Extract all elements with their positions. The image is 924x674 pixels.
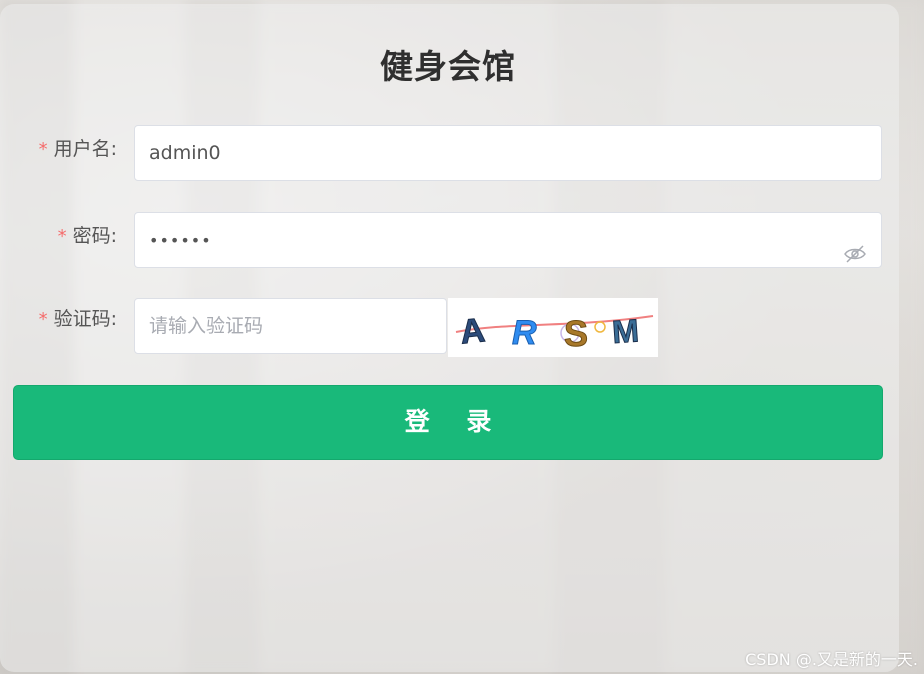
password-row: * 密码: ••••••: [0, 212, 899, 270]
captcha-letter: A: [458, 311, 486, 351]
eye-hidden-icon[interactable]: [843, 231, 867, 263]
captcha-label: * 验证码:: [39, 295, 117, 353]
username-label: * 用户名:: [39, 125, 117, 183]
required-mark: *: [38, 139, 48, 160]
captcha-label-wrap: * 验证码:: [0, 295, 117, 353]
required-mark: *: [38, 309, 48, 330]
captcha-label-text: 验证码:: [53, 308, 117, 330]
captcha-letter: R: [512, 314, 537, 352]
page-title: 健身会馆: [380, 47, 516, 86]
captcha-letter: M: [611, 312, 640, 350]
username-input[interactable]: [134, 125, 882, 181]
password-input[interactable]: ••••••: [134, 212, 882, 268]
password-label: * 密码:: [58, 212, 117, 270]
captcha-svg: A R S M: [448, 298, 658, 357]
captcha-input[interactable]: [134, 298, 447, 354]
username-label-wrap: * 用户名:: [0, 125, 117, 183]
username-label-text: 用户名:: [53, 138, 117, 160]
captcha-letter: S: [564, 313, 588, 354]
required-mark: *: [57, 226, 67, 247]
password-label-wrap: * 密码:: [0, 212, 117, 270]
captcha-image[interactable]: A R S M: [448, 298, 658, 357]
username-row: * 用户名:: [0, 125, 899, 183]
watermark: CSDN @.又是新的一天.: [745, 650, 918, 669]
password-value: ••••••: [149, 231, 212, 250]
login-button[interactable]: 登 录: [13, 385, 883, 460]
login-panel: 健身会馆 *用户名: *密码: ••••••: [0, 4, 899, 672]
password-label-text: 密码:: [72, 225, 117, 247]
